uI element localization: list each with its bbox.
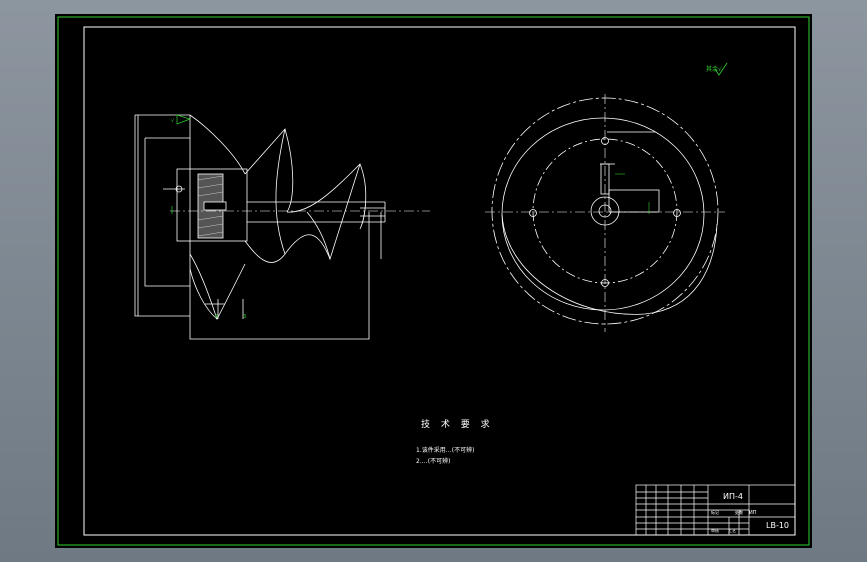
cad-drawing: √ 5 3 xyxy=(57,16,810,546)
front-view xyxy=(485,94,725,332)
title-block-cell: 审核 xyxy=(711,528,719,533)
title-block-cell: 标记 xyxy=(711,510,719,515)
svg-text:3: 3 xyxy=(243,314,246,320)
tech-note: 1.该件采用…(不可辨) xyxy=(416,447,475,454)
outer-border xyxy=(57,16,810,546)
tech-requirements-title: 技 术 要 求 xyxy=(421,420,494,430)
title-block-cell: 工艺 xyxy=(728,528,736,533)
cad-viewport: √ 5 3 技 术 要 求 1.该件采用…(不可辨) 2.…(不可辨) ИП-4… xyxy=(0,0,867,562)
roughness-note: 其余√ xyxy=(706,66,722,73)
side-view xyxy=(134,114,430,340)
tech-note: 2.…(不可辨) xyxy=(416,458,451,465)
drawing-sheet: √ 5 3 技 术 要 求 1.该件采用…(不可辨) 2.…(不可辨) ИП-4… xyxy=(55,14,812,548)
svg-text:5: 5 xyxy=(215,314,218,320)
front-view-annotations xyxy=(615,173,650,214)
title-block-cell: 处数 xyxy=(735,510,743,515)
drawing-code: LB-10 xyxy=(766,521,790,530)
drawing-number: ИП-4 xyxy=(723,492,743,501)
svg-text:√: √ xyxy=(171,118,175,124)
title-block-cell: ИП xyxy=(749,510,757,516)
